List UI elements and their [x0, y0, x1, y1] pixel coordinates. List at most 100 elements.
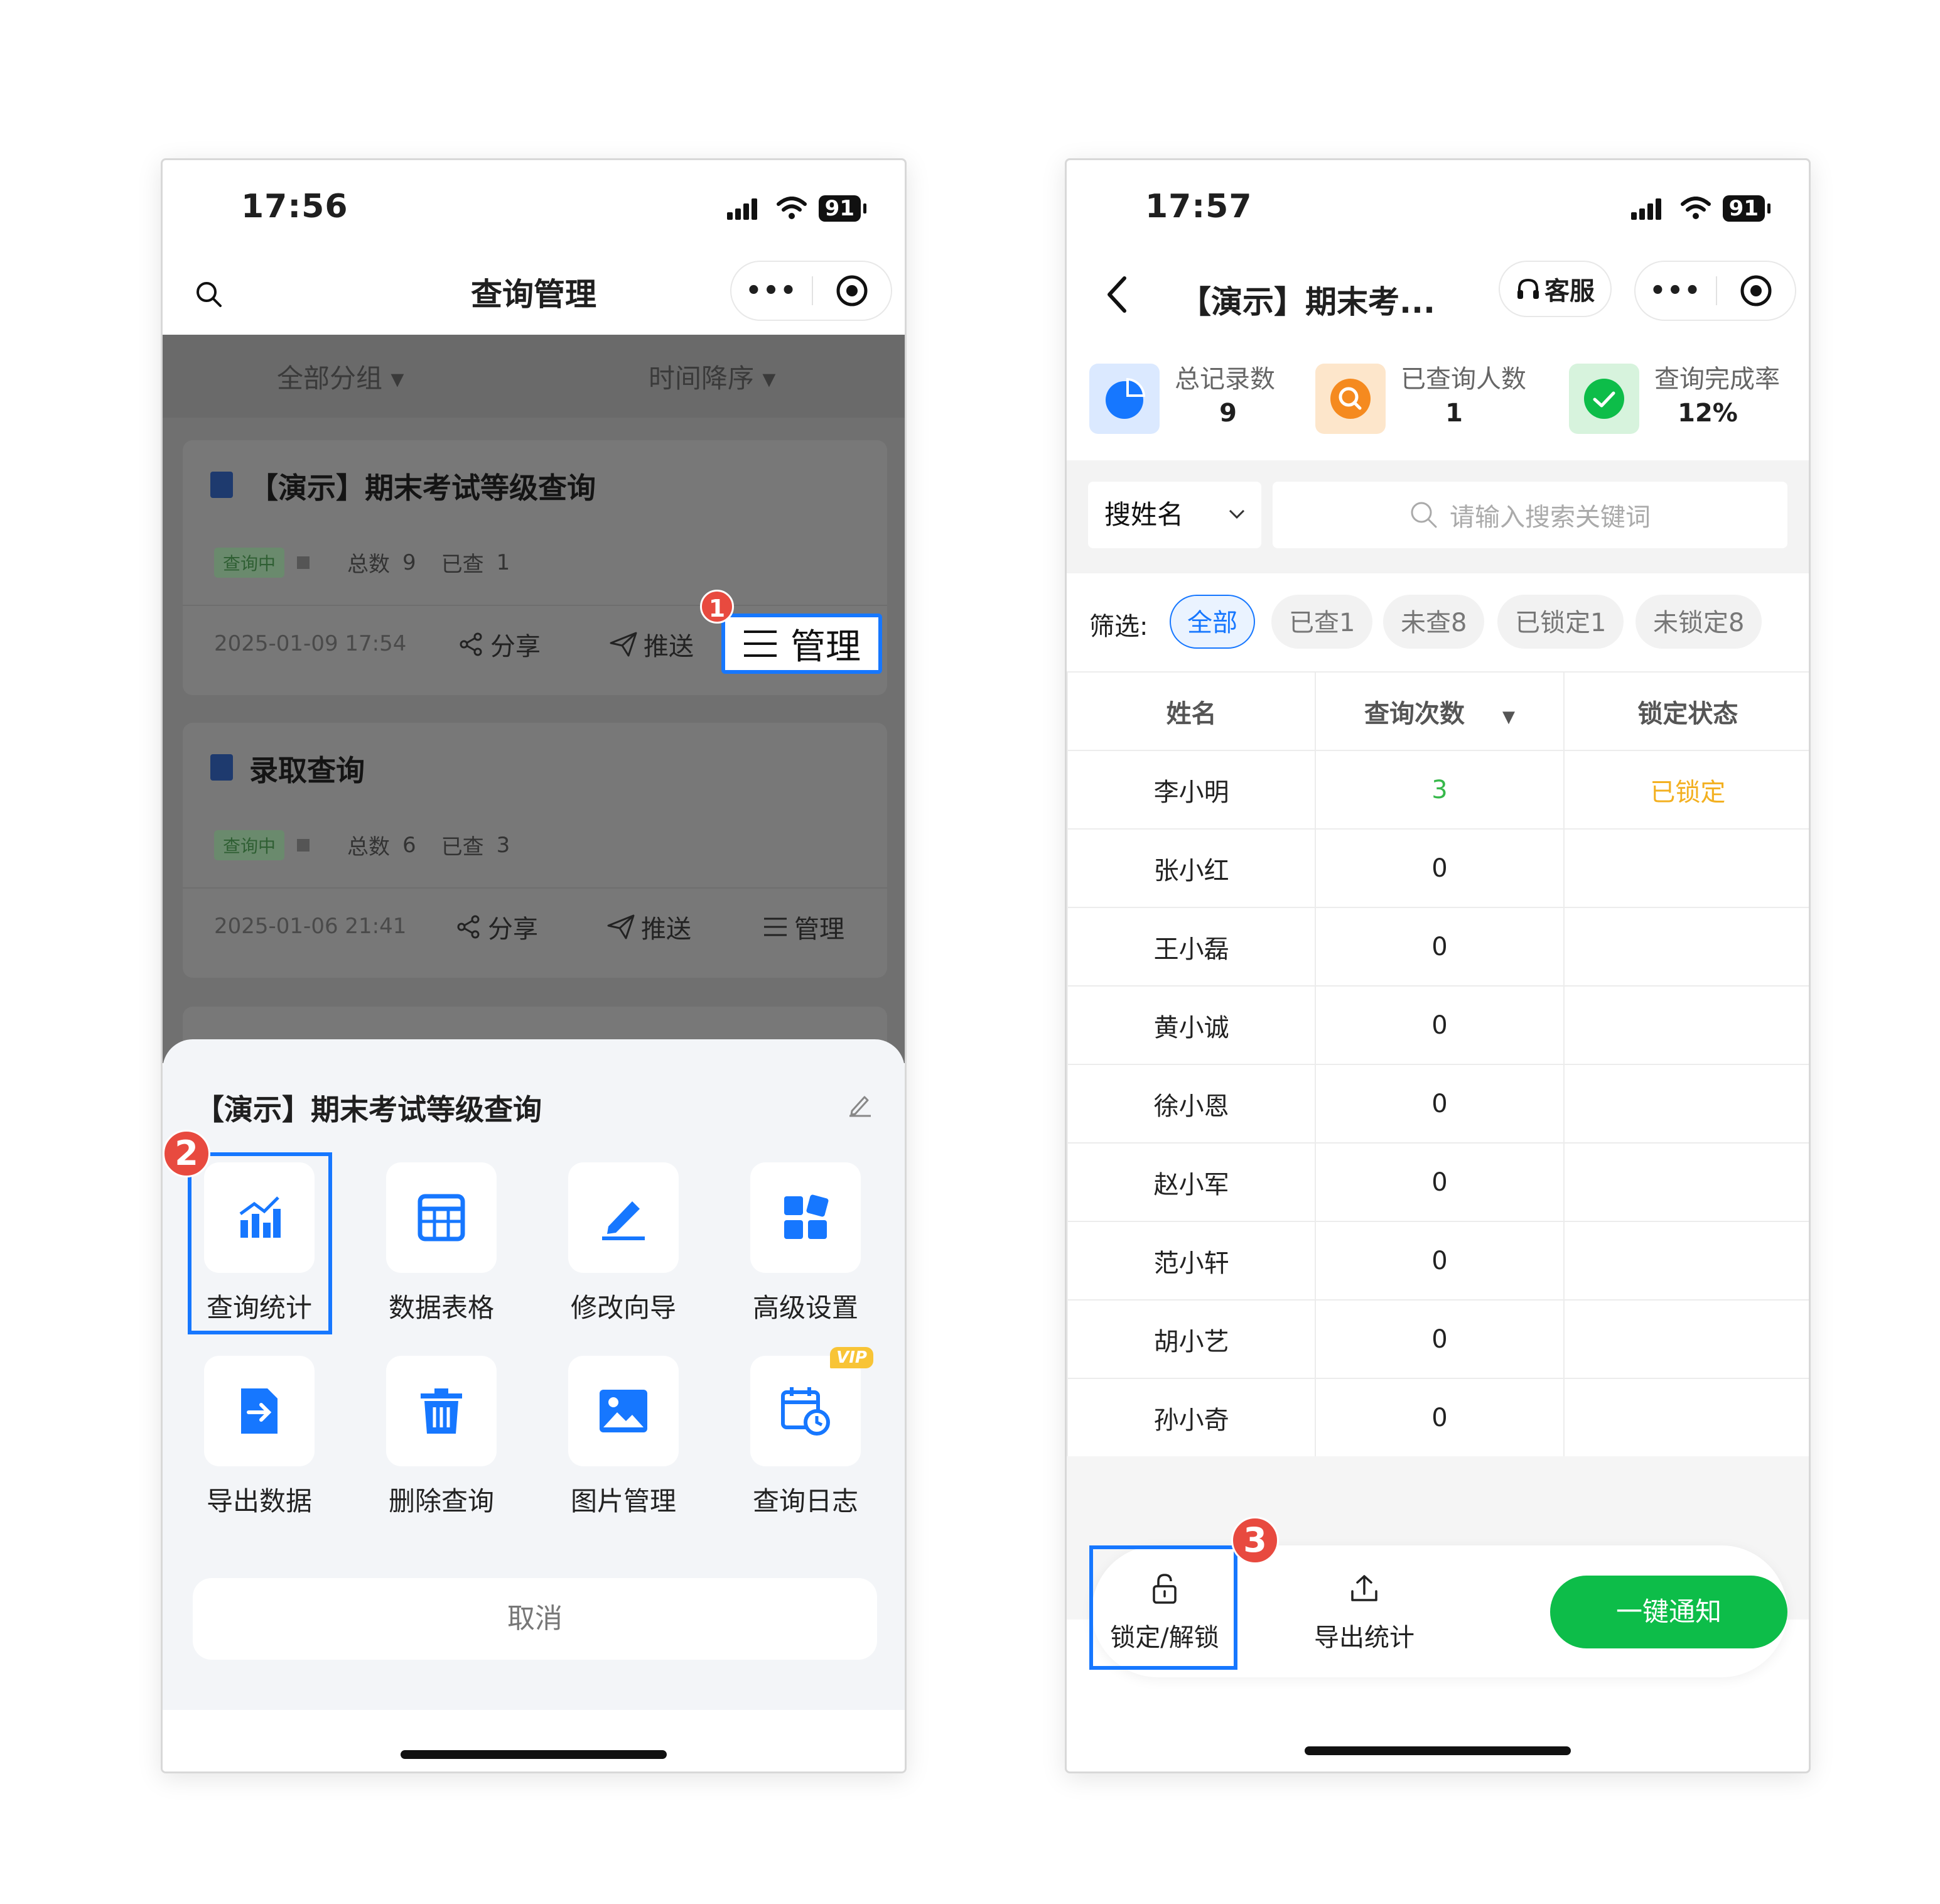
- signal-icon: [1630, 198, 1661, 220]
- metrics-panel: 总记录数 9 已查询人数 1 查询完成率 12%: [1067, 337, 1809, 460]
- notify-all-button[interactable]: 一键通知: [1550, 1576, 1787, 1648]
- card-date: 2025-01-06 21:41: [214, 914, 407, 939]
- filter-chips: 筛选: 全部 已查1 未查8 已锁定1 未锁定8: [1067, 573, 1809, 674]
- sort-down-icon: ▼: [1502, 707, 1515, 727]
- document-icon: [210, 472, 233, 498]
- step-badge-1: 1: [700, 590, 734, 624]
- dimmed-list-overlay[interactable]: 全部分组 ▾ 时间降序 ▾ 【演示】期末考试等级查询 查询中 总数 9 已查 1…: [163, 335, 905, 1082]
- share-icon: [460, 632, 482, 656]
- wifi-icon: [1680, 197, 1711, 219]
- table-row[interactable]: 胡小艺 0: [1067, 1299, 1809, 1379]
- cell-lock-status: [1563, 1378, 1809, 1458]
- grid-settings-icon: [784, 1194, 829, 1239]
- more-icon[interactable]: •••: [1636, 276, 1716, 305]
- status-time: 17:56: [241, 188, 348, 225]
- cell-name: 赵小军: [1067, 1142, 1317, 1222]
- chevron-down-icon: [1229, 509, 1245, 519]
- file-export-icon: [241, 1388, 278, 1434]
- cell-query-count: 0: [1315, 1064, 1565, 1144]
- chip-locked[interactable]: 已锁定1: [1497, 595, 1624, 649]
- send-icon: [610, 632, 637, 657]
- card-title: 【演示】期末考试等级查询: [249, 471, 596, 505]
- export-stats-button[interactable]: 导出统计: [1295, 1569, 1433, 1653]
- right-phone-screen: 17:57 91 【演示】期末考... 客服 ••• 总记录数 9 已查询人数 …: [1065, 158, 1811, 1773]
- filter-label: 筛选:: [1089, 612, 1148, 641]
- miniapp-capsule: •••: [1634, 261, 1796, 321]
- back-icon[interactable]: [1104, 274, 1129, 315]
- delete-query-button[interactable]: 删除查询: [379, 1356, 504, 1518]
- chip-unchecked[interactable]: 未查8: [1383, 595, 1485, 649]
- cell-lock-status: [1563, 1299, 1809, 1379]
- edit-icon[interactable]: [847, 1091, 873, 1117]
- vip-badge: VIP: [830, 1347, 873, 1368]
- headset-icon: [1517, 278, 1539, 299]
- manage-button-highlighted[interactable]: 管理: [721, 614, 882, 674]
- cancel-button[interactable]: 取消: [193, 1578, 877, 1660]
- menu-icon: [764, 917, 787, 936]
- more-icon[interactable]: •••: [731, 276, 812, 305]
- table-row[interactable]: 赵小军 0: [1067, 1142, 1809, 1222]
- image-manage-button[interactable]: 图片管理: [561, 1356, 686, 1518]
- group-filter[interactable]: 全部分组 ▾: [277, 357, 404, 396]
- card-date: 2025-01-09 17:54: [214, 631, 407, 656]
- chip-all[interactable]: 全部: [1170, 595, 1255, 649]
- check-circle-icon: [1584, 379, 1624, 419]
- battery-indicator: 91: [818, 195, 867, 222]
- signal-icon: [726, 198, 757, 220]
- close-target-icon[interactable]: [836, 274, 868, 307]
- cell-name: 胡小艺: [1067, 1299, 1317, 1379]
- table-row[interactable]: 李小明 3 已锁定: [1067, 750, 1809, 830]
- manage-button[interactable]: 管理: [763, 909, 844, 945]
- advanced-settings-button[interactable]: 高级设置: [743, 1162, 868, 1325]
- col-query-count[interactable]: 查询次数 ▼: [1315, 671, 1565, 751]
- data-table-button[interactable]: 数据表格: [379, 1162, 504, 1325]
- cell-lock-status: [1563, 907, 1809, 987]
- status-bar: 17:57 91: [1067, 160, 1809, 254]
- status-badge: 查询中: [214, 547, 285, 578]
- upload-icon: [1351, 1575, 1377, 1601]
- cell-lock-status: [1563, 985, 1809, 1065]
- cell-query-count: 0: [1315, 1221, 1565, 1301]
- table-row[interactable]: 孙小奇 0: [1067, 1378, 1809, 1458]
- menu-icon: [744, 630, 777, 657]
- sort-filter[interactable]: 时间降序 ▾: [649, 357, 775, 396]
- cell-name: 孙小奇: [1067, 1378, 1317, 1458]
- push-button[interactable]: 推送: [607, 909, 691, 945]
- cell-name: 王小磊: [1067, 907, 1317, 987]
- search-input[interactable]: 请输入搜索关键词: [1273, 482, 1787, 548]
- pie-chart-icon: [1106, 378, 1145, 419]
- share-button[interactable]: 分享: [456, 909, 538, 945]
- search-field-select[interactable]: 搜姓名: [1088, 482, 1261, 548]
- export-data-button[interactable]: 导出数据: [197, 1356, 322, 1518]
- page-title: 【演示】期末考...: [1180, 284, 1435, 320]
- trash-icon: [421, 1388, 462, 1434]
- col-lock-status[interactable]: 锁定状态: [1563, 671, 1809, 751]
- col-name[interactable]: 姓名: [1067, 671, 1317, 751]
- table-row[interactable]: 王小磊 0: [1067, 907, 1809, 987]
- table-row[interactable]: 张小红 0: [1067, 828, 1809, 908]
- cell-lock-status: [1563, 1142, 1809, 1222]
- edit-wizard-button[interactable]: 修改向导: [561, 1162, 686, 1325]
- cell-lock-status: [1563, 1221, 1809, 1301]
- table-row[interactable]: 范小轩 0: [1067, 1221, 1809, 1301]
- wifi-icon: [776, 197, 807, 219]
- cell-lock-status: 已锁定: [1563, 750, 1809, 830]
- share-button[interactable]: 分享: [459, 626, 541, 663]
- push-button[interactable]: 推送: [610, 626, 694, 663]
- search-bar: 搜姓名 请输入搜索关键词: [1067, 460, 1809, 573]
- battery-indicator: 91: [1722, 195, 1771, 222]
- close-target-icon[interactable]: [1740, 274, 1772, 307]
- table-row[interactable]: 黄小诚 0: [1067, 985, 1809, 1065]
- query-card[interactable]: 录取查询 查询中 总数 6 已查 3 2025-01-06 21:41 分享 推…: [183, 723, 887, 978]
- share-icon: [457, 915, 480, 939]
- action-sheet: 【演示】期末考试等级查询 查询统计 数据表格 修改向导 高级设置 导出数据 删除…: [163, 1039, 905, 1771]
- customer-service-button[interactable]: 客服: [1499, 261, 1612, 317]
- cell-query-count: 3: [1315, 750, 1565, 830]
- chip-unlocked[interactable]: 未锁定8: [1636, 595, 1762, 649]
- step-badge-3: 3: [1231, 1517, 1279, 1564]
- table-row[interactable]: 徐小恩 0: [1067, 1064, 1809, 1144]
- home-indicator: [401, 1750, 667, 1759]
- cell-name: 徐小恩: [1067, 1064, 1317, 1144]
- chip-checked[interactable]: 已查1: [1271, 595, 1373, 649]
- query-log-button[interactable]: VIP 查询日志: [743, 1347, 873, 1518]
